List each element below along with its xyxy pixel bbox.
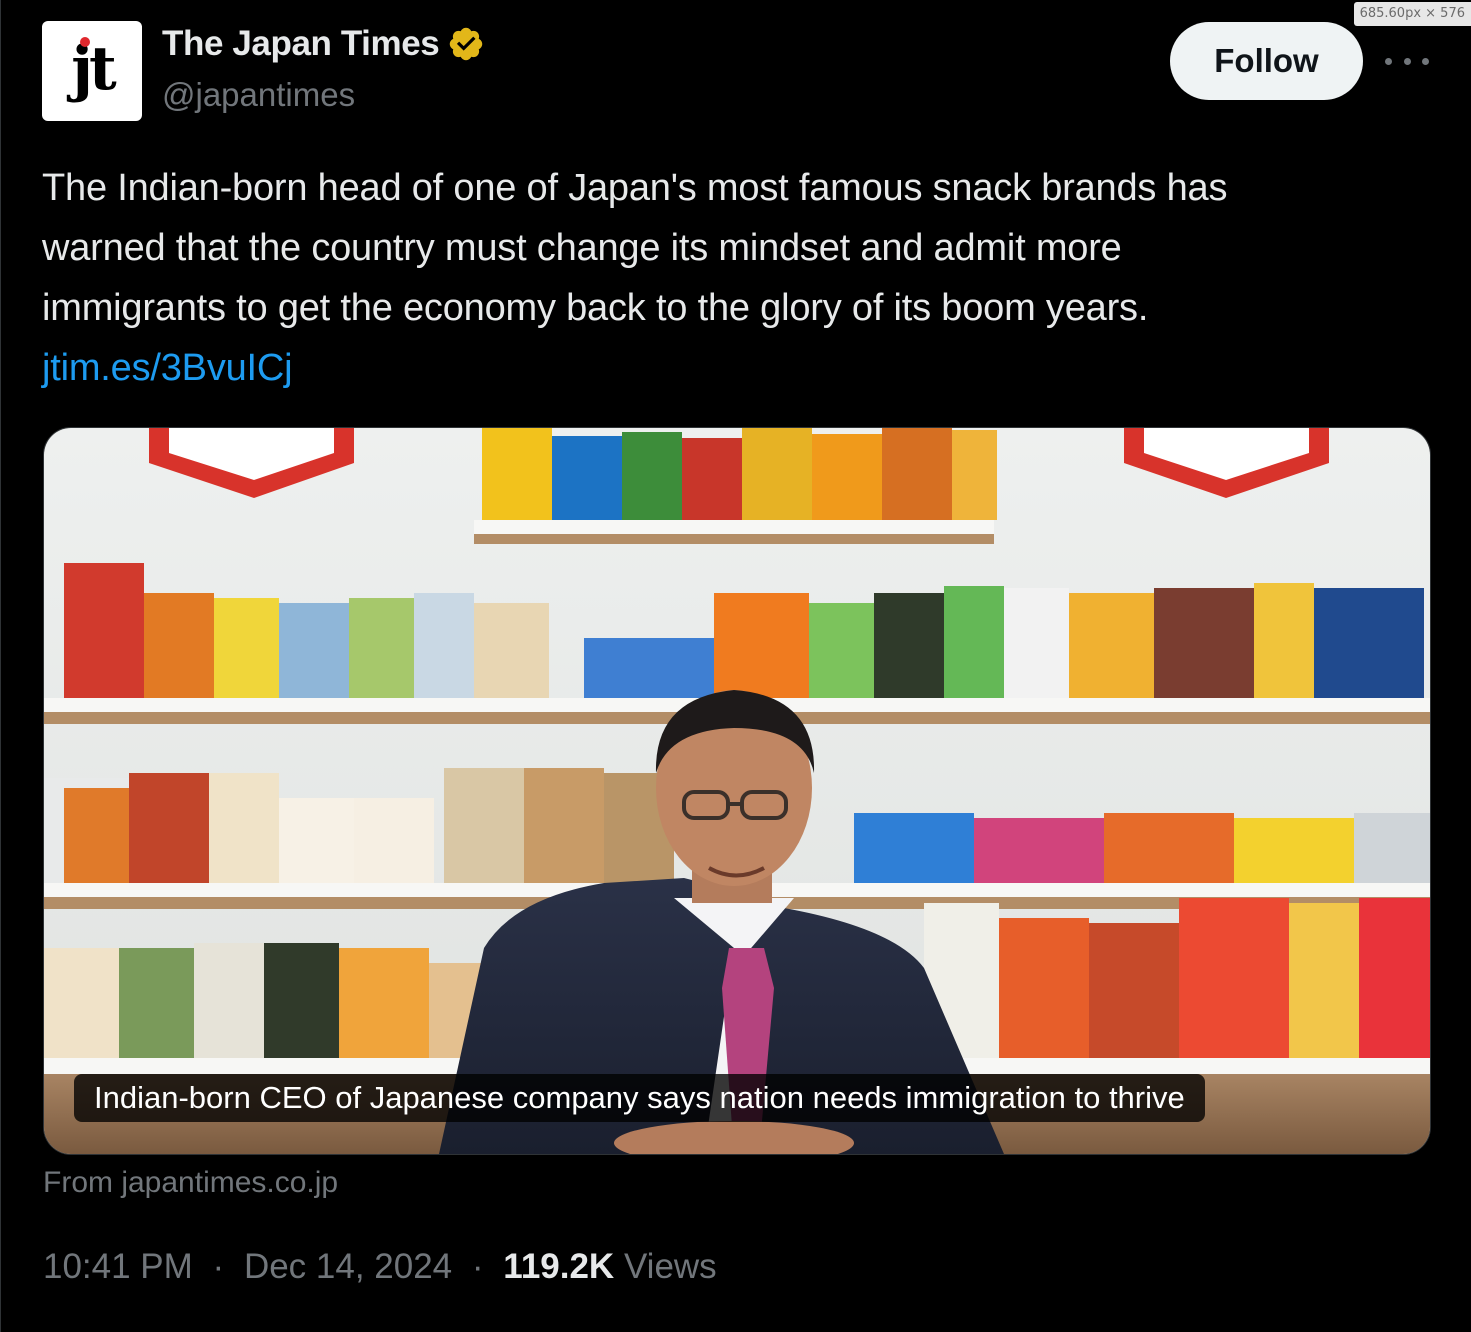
card-caption[interactable]: Indian-born CEO of Japanese company says… xyxy=(74,1074,1205,1122)
tweet-line: The Indian-born head of one of Japan's m… xyxy=(42,167,1228,209)
author-name[interactable]: The Japan Times xyxy=(162,24,440,64)
more-dot xyxy=(1422,57,1429,65)
tweet-line: immigrants to get the economy back to th… xyxy=(42,287,1149,329)
author-name-row[interactable]: The Japan Times xyxy=(162,24,485,64)
photo-ceo-snack-shelves xyxy=(44,428,1430,1154)
dimensions-badge: 685.60px × 576 xyxy=(1353,2,1471,26)
link-card[interactable] xyxy=(43,427,1431,1155)
tweet-line: warned that the country must change its … xyxy=(42,227,1122,269)
tweet-date[interactable]: Dec 14, 2024 xyxy=(244,1247,452,1286)
author-handle[interactable]: @japantimes xyxy=(162,76,355,114)
views-count[interactable]: 119.2K xyxy=(503,1247,614,1286)
more-options-icon[interactable] xyxy=(1385,50,1429,72)
follow-button[interactable]: Follow xyxy=(1170,22,1363,100)
avatar[interactable]: jt xyxy=(42,21,142,121)
tweet-meta: 10:41 PM · Dec 14, 2024 · 119.2K Views xyxy=(43,1247,717,1287)
card-source[interactable]: From japantimes.co.jp xyxy=(43,1166,338,1200)
views-label: Views xyxy=(623,1247,717,1286)
meta-separator: · xyxy=(471,1247,484,1286)
tweet-link[interactable]: jtim.es/3BvuICj xyxy=(42,347,293,389)
more-dot xyxy=(1403,57,1411,65)
tweet-text: The Indian-born head of one of Japan's m… xyxy=(42,158,1442,398)
japan-times-logo: jt xyxy=(71,37,117,99)
verified-badge-icon[interactable] xyxy=(447,25,485,63)
avatar-text: jt xyxy=(71,34,116,104)
window-edge xyxy=(0,0,1,1332)
meta-separator: · xyxy=(212,1247,225,1286)
more-dot xyxy=(1385,57,1392,65)
tweet-time[interactable]: 10:41 PM xyxy=(43,1247,193,1286)
